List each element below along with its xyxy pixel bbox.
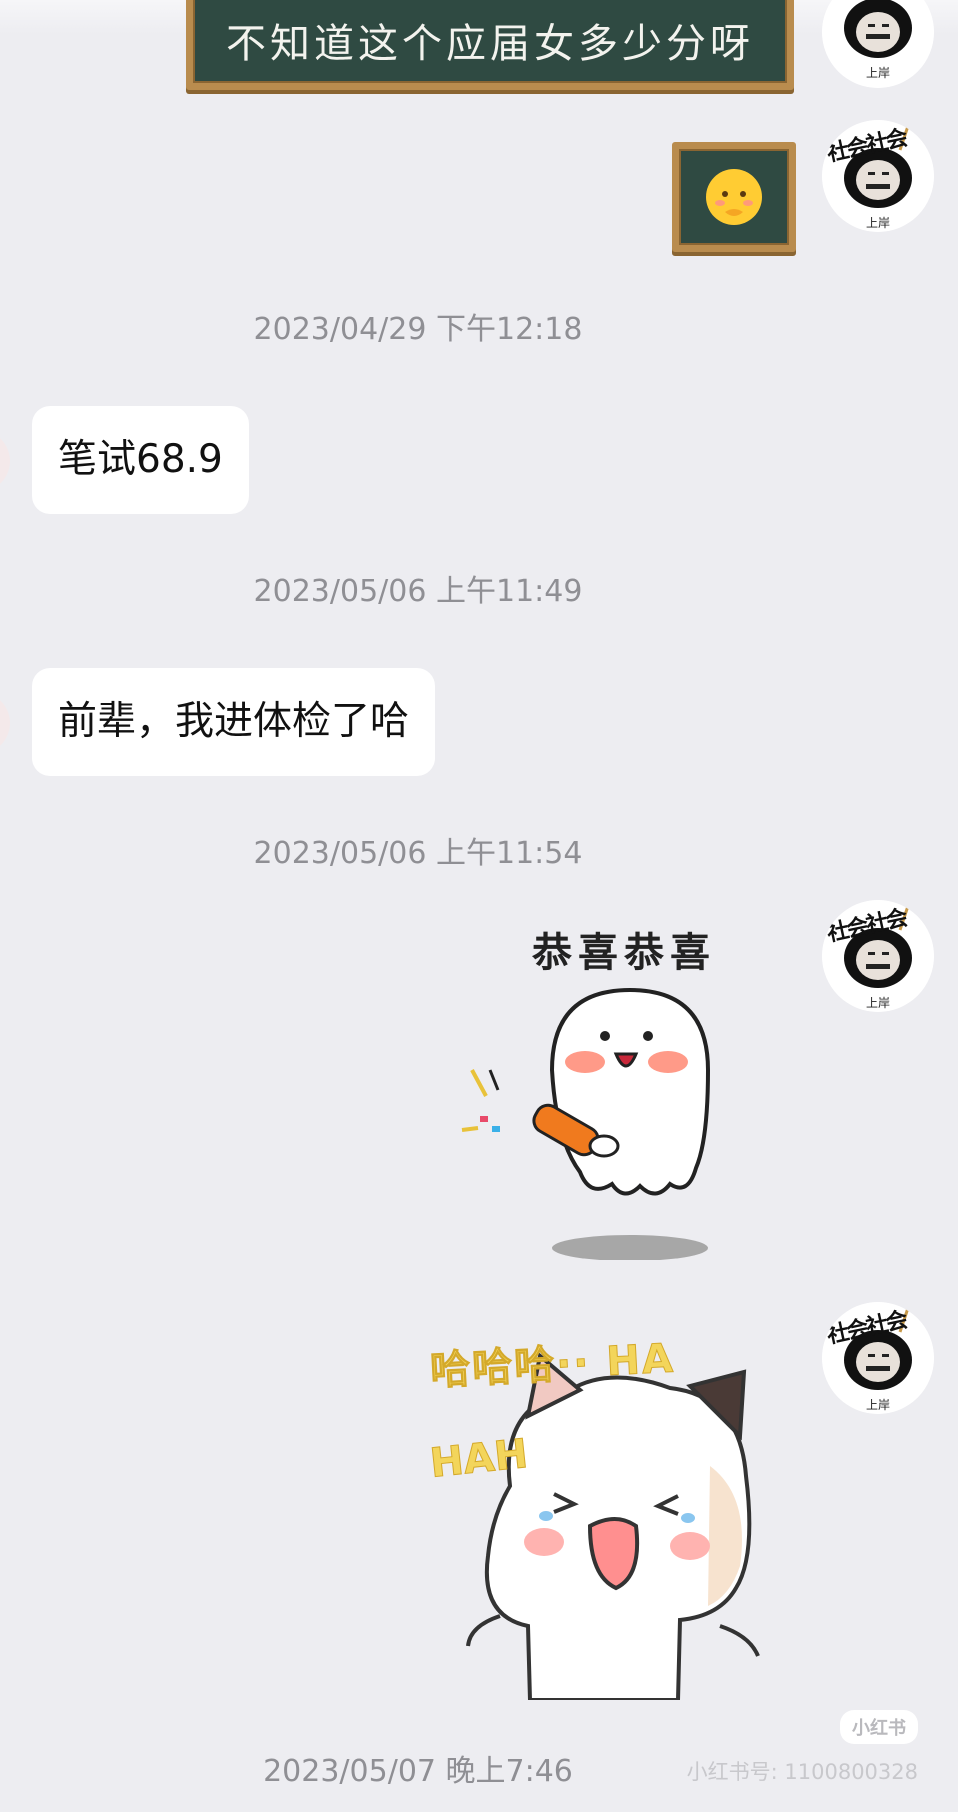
sticker-laughing-cat[interactable]: 哈哈哈·· HA HAH xyxy=(427,1326,800,1700)
avatar[interactable]: 上岸 xyxy=(822,0,934,88)
watermark-logo: 小红书 xyxy=(840,1710,918,1744)
chalkboard-text: 不知道这个应届女多少分呀 xyxy=(226,21,754,67)
chat-screen: 不知道这个应届女多少分呀 上岸 社会社会 上岸 2023/04/29 下午12:… xyxy=(0,0,958,1812)
shy-face-emoji-icon xyxy=(706,169,762,225)
ghost-party-popper-icon xyxy=(461,987,711,1260)
avatar-incoming[interactable] xyxy=(0,430,10,492)
chalkboard-sticker-emoji[interactable] xyxy=(672,142,796,252)
sticker-congrats[interactable]: 恭喜恭喜 xyxy=(452,920,742,1260)
avatar[interactable]: 社会社会 上岸 xyxy=(822,120,934,232)
avatar-badge: 上岸 xyxy=(865,996,890,1010)
chalkboard-sticker-text[interactable]: 不知道这个应届女多少分呀 xyxy=(186,0,794,90)
avatar[interactable]: 社会社会 上岸 xyxy=(822,1302,934,1414)
avatar-incoming[interactable] xyxy=(0,692,10,754)
watermark: 小红书 小红书号: 1100800328 xyxy=(687,1710,918,1786)
timestamp: 2023/05/06 上午11:49 xyxy=(253,574,583,609)
timestamp: 2023/05/06 上午11:54 xyxy=(253,836,583,871)
avatar-badge: 上岸 xyxy=(865,216,890,230)
message-bubble-incoming[interactable]: 前辈，我进体检了哈 xyxy=(32,668,436,776)
avatar-badge: 上岸 xyxy=(865,66,890,80)
avatar[interactable]: 社会社会 上岸 xyxy=(822,900,934,1012)
message-bubble-incoming[interactable]: 笔试68.9 xyxy=(32,406,249,514)
avatar-badge: 上岸 xyxy=(865,1398,890,1412)
timestamp: 2023/04/29 下午12:18 xyxy=(253,312,583,347)
watermark-id: 小红书号: 1100800328 xyxy=(686,1760,918,1784)
